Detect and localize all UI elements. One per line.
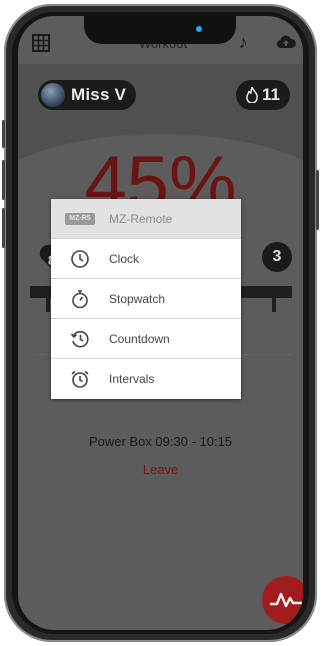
power-button — [316, 170, 319, 230]
fire-count: 11 — [262, 85, 280, 104]
myzone-logo-icon — [270, 592, 302, 608]
myzone-fab[interactable] — [262, 576, 303, 624]
mz-remote-icon: MZ-R5 — [61, 212, 99, 225]
fire-count-pill: 11 — [236, 80, 290, 110]
class-info: Power Box 09:30 - 10:15 — [88, 434, 233, 449]
mz-remote-badge: MZ-R5 — [65, 212, 95, 225]
avatar — [41, 83, 65, 107]
grid-icon[interactable] — [32, 34, 50, 52]
fire-icon — [246, 87, 258, 103]
menu-item-label: Intervals — [109, 372, 155, 386]
side-button — [2, 120, 5, 148]
menu-item-intervals[interactable]: Intervals — [51, 359, 241, 399]
volume-down-button — [2, 208, 5, 248]
menu-item-clock[interactable]: Clock — [51, 239, 241, 279]
clock-icon — [61, 249, 99, 269]
cloud-upload-icon[interactable] — [276, 34, 296, 50]
menu-item-label: MZ-Remote — [109, 211, 173, 226]
menu-item-label: Stopwatch — [109, 291, 166, 306]
menu-item-label: Clock — [109, 251, 140, 266]
countdown-icon — [61, 329, 99, 349]
music-icon[interactable]: ♪ — [234, 32, 252, 52]
right-value-badge: 3 — [262, 242, 292, 272]
user-name: Miss V — [71, 85, 127, 104]
zone-bar-leg — [46, 298, 50, 312]
front-camera — [196, 26, 202, 32]
notch — [84, 16, 236, 44]
volume-up-button — [2, 160, 5, 200]
menu-item-stopwatch[interactable]: Stopwatch — [51, 279, 241, 319]
zone-bar-leg — [272, 298, 276, 312]
menu-item-countdown[interactable]: Countdown — [51, 319, 241, 359]
user-pill[interactable]: Miss V — [38, 80, 136, 110]
leave-link[interactable]: Leave — [18, 462, 303, 477]
stopwatch-icon — [61, 289, 99, 309]
menu-item-mz-remote: MZ-R5 MZ-Remote — [51, 199, 241, 239]
alarm-clock-icon — [61, 369, 99, 389]
menu-item-label: Countdown — [109, 331, 170, 346]
tools-popup-menu: MZ-R5 MZ-Remote Clock Stopwatch Countdow… — [51, 199, 241, 399]
